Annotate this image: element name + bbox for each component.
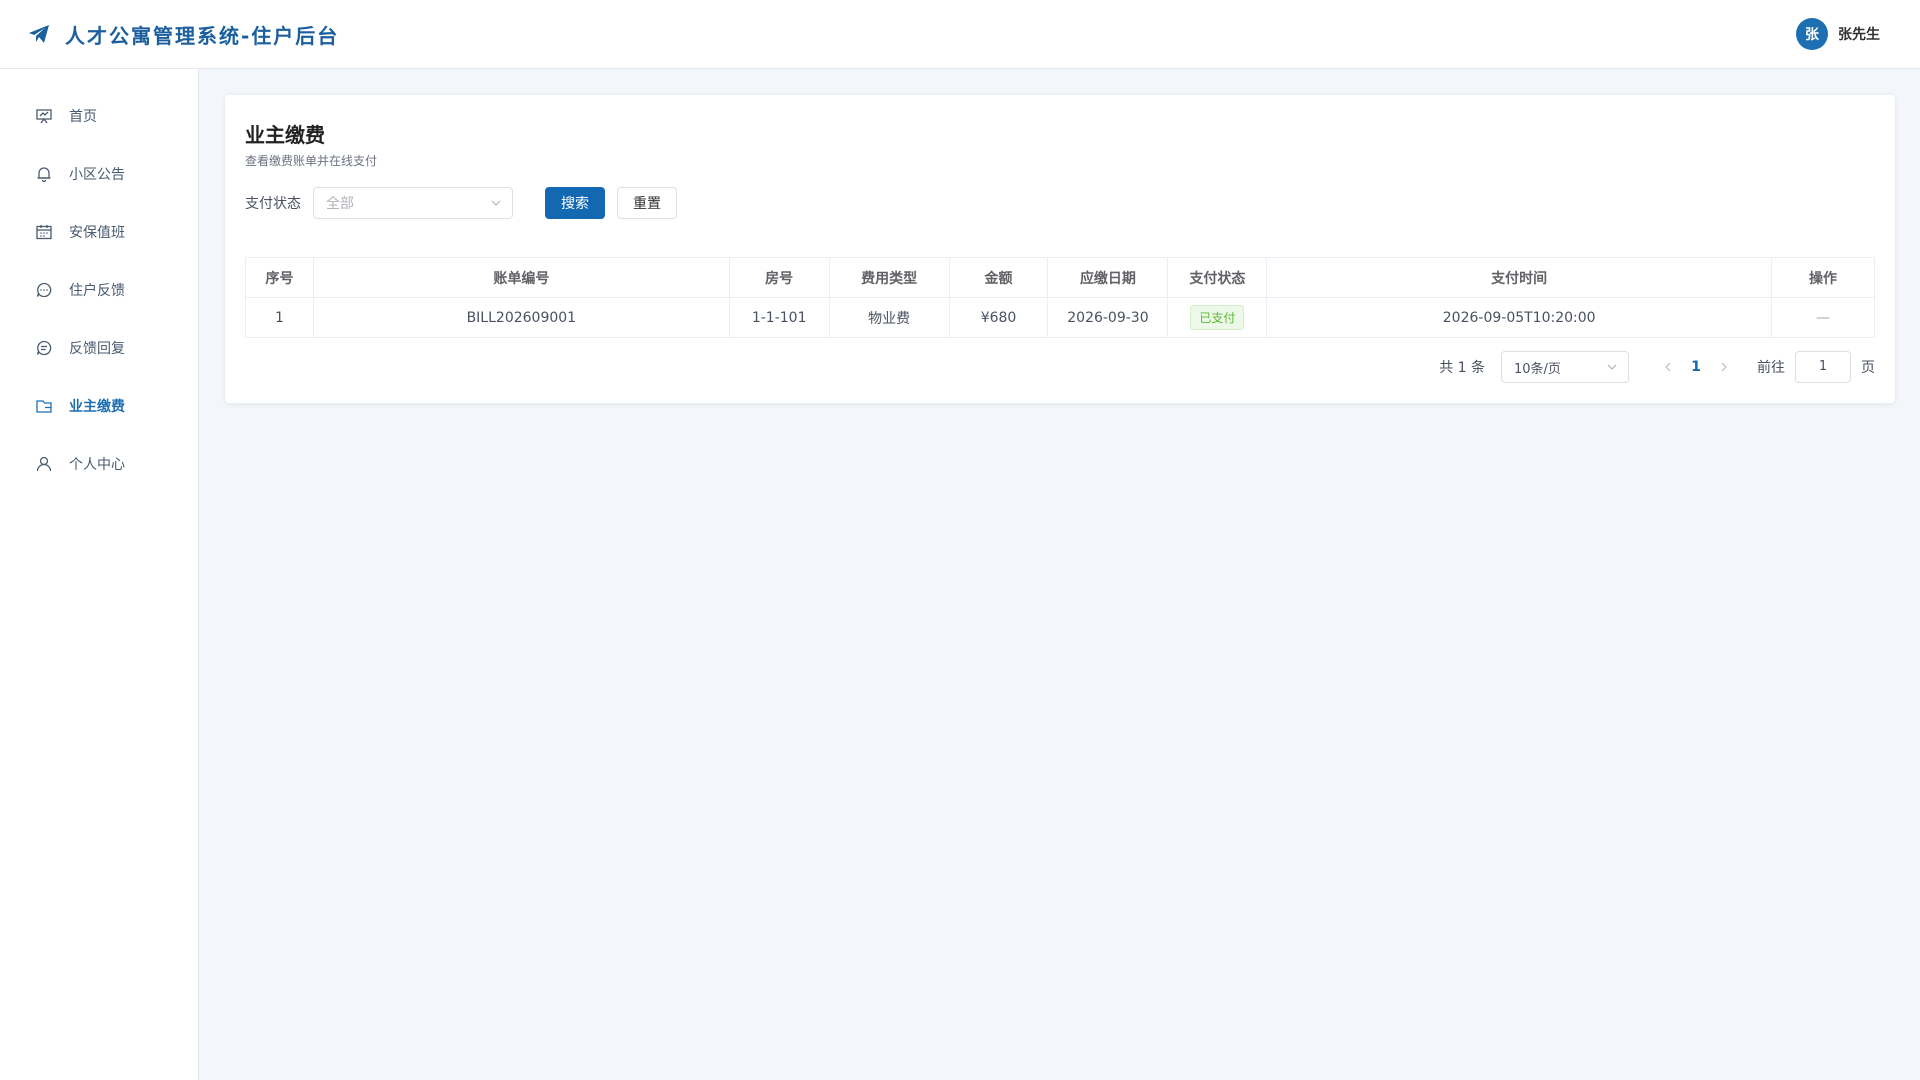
no-action-placeholder: —: [1816, 309, 1830, 326]
payment-status-label: 支付状态: [245, 196, 301, 212]
sidebar-item-feedback-reply[interactable]: 反馈回复: [0, 319, 198, 377]
column-header: 费用类型: [828, 257, 950, 298]
column-header: 应缴日期: [1047, 257, 1169, 298]
filter-bar: 支付状态 全部 搜索 重置: [245, 187, 1875, 219]
sidebar-item-label: 住户反馈: [69, 283, 125, 299]
payment-card: 业主缴费 查看缴费账单并在线支付 支付状态 全部 搜索 重置 序号 账单编号 房…: [225, 95, 1895, 403]
column-header: 账单编号: [312, 257, 730, 298]
page-subtitle: 查看缴费账单并在线支付: [245, 154, 378, 168]
calendar-icon: [35, 223, 53, 241]
search-button[interactable]: 搜索: [545, 187, 605, 219]
sidebar-item-label: 业主缴费: [69, 399, 125, 415]
cell-status: 已支付: [1167, 297, 1268, 338]
user-icon: [35, 455, 53, 473]
user-menu[interactable]: 张 张先生: [1796, 18, 1880, 50]
column-header: 序号: [245, 257, 314, 298]
column-header: 房号: [728, 257, 830, 298]
sidebar-item-label: 安保值班: [69, 225, 125, 241]
presentation-icon: [35, 107, 53, 125]
sidebar-item-security-duty[interactable]: 安保值班: [0, 203, 198, 261]
reply-chat-icon: [35, 339, 53, 357]
cell-due-date: 2026-09-30: [1047, 297, 1169, 338]
sidebar-item-home[interactable]: 首页: [0, 87, 198, 145]
paper-plane-icon: [27, 22, 51, 46]
next-page-icon[interactable]: [1709, 361, 1739, 373]
cell-index: 1: [245, 297, 314, 338]
sidebar-item-label: 个人中心: [69, 457, 125, 473]
wallet-icon: [35, 397, 53, 415]
goto-page-input[interactable]: 1: [1795, 351, 1851, 383]
cell-fee-type: 物业费: [828, 297, 950, 338]
cell-actions: —: [1771, 297, 1875, 338]
table-header-row: 序号 账单编号 房号 费用类型 金额 应缴日期 支付状态 支付时间 操作: [245, 257, 1875, 298]
payment-status-select[interactable]: 全部: [313, 187, 513, 219]
sidebar: 首页 小区公告 安保值班 住户反馈 反馈回复 业主缴费 个人中心: [0, 69, 199, 1080]
page-unit-label: 页: [1861, 360, 1875, 376]
sidebar-item-label: 小区公告: [69, 167, 125, 183]
cell-room: 1-1-101: [728, 297, 830, 338]
top-header: 人才公寓管理系统-住户后台 张 张先生: [0, 0, 1920, 69]
goto-label: 前往: [1757, 360, 1785, 376]
sidebar-item-announcements[interactable]: 小区公告: [0, 145, 198, 203]
page-size-value: 10条/页: [1514, 361, 1561, 377]
sidebar-item-label: 首页: [69, 109, 97, 125]
prev-page-icon[interactable]: [1653, 361, 1683, 373]
column-header: 支付状态: [1167, 257, 1268, 298]
column-header: 操作: [1771, 257, 1875, 298]
bills-table: 序号 账单编号 房号 费用类型 金额 应缴日期 支付状态 支付时间 操作 1 B…: [245, 257, 1875, 338]
column-header: 支付时间: [1266, 257, 1772, 298]
cell-amount: ¥680: [948, 297, 1049, 338]
total-count: 共 1 条: [1439, 360, 1485, 376]
chevron-down-icon: [490, 197, 502, 209]
select-placeholder: 全部: [326, 196, 354, 212]
app-title: 人才公寓管理系统-住户后台: [65, 23, 340, 48]
reset-button[interactable]: 重置: [617, 187, 677, 219]
page-size-select[interactable]: 10条/页: [1501, 351, 1629, 383]
page-title: 业主缴费: [245, 123, 325, 147]
sidebar-item-feedback[interactable]: 住户反馈: [0, 261, 198, 319]
bell-icon: [35, 165, 53, 183]
page-number-current[interactable]: 1: [1683, 359, 1709, 375]
table-row: 1 BILL202609001 1-1-101 物业费 ¥680 2026-09…: [245, 297, 1875, 338]
chevron-down-icon: [1606, 361, 1618, 373]
cell-bill-number: BILL202609001: [312, 297, 730, 338]
chat-icon: [35, 281, 53, 299]
pagination: 共 1 条 10条/页 1 前往 1 页: [1439, 351, 1875, 383]
sidebar-item-profile[interactable]: 个人中心: [0, 435, 198, 493]
status-badge: 已支付: [1190, 305, 1245, 330]
user-name[interactable]: 张先生: [1838, 24, 1880, 44]
brand: 人才公寓管理系统-住户后台: [27, 20, 339, 49]
sidebar-item-label: 反馈回复: [69, 341, 125, 357]
column-header: 金额: [948, 257, 1049, 298]
sidebar-item-owner-payment[interactable]: 业主缴费: [0, 377, 198, 435]
avatar[interactable]: 张: [1796, 18, 1828, 50]
cell-paid-time: 2026-09-05T10:20:00: [1266, 297, 1772, 338]
